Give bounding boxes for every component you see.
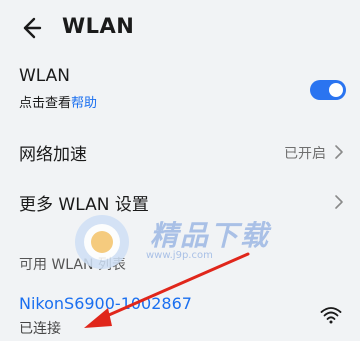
page-title: WLAN [62,14,135,38]
watermark-text: 精品下载 [150,219,271,252]
subtitle-prefix: 点击查看 [19,96,72,111]
wifi-signal-icon [320,307,342,324]
watermark-url: www.j9p.com [146,250,213,261]
watermark-logo-icon [75,215,129,269]
watermark: 精品下载 www.j9p.com [72,212,302,272]
help-link[interactable]: 帮助 [71,96,97,111]
network-acceleration-title: 网络加速 [19,145,87,165]
connected-network-row[interactable]: NikonS6900-1002867 已连接 [0,290,360,338]
network-acceleration-value: 已开启 [284,146,326,162]
wlan-toggle-row[interactable]: WLAN 点击查看帮助 [0,62,360,114]
network-status: 已连接 [19,321,61,337]
top-bar: WLAN [0,0,360,56]
wlan-row-subtitle: 点击查看帮助 [19,92,97,111]
network-name: NikonS6900-1002867 [19,294,192,313]
back-arrow-icon[interactable] [16,14,44,42]
chevron-right-icon [335,145,343,159]
wlan-toggle-switch[interactable] [310,80,346,100]
toggle-knob [329,83,343,97]
network-acceleration-row[interactable]: 网络加速 已开启 [0,134,360,168]
chevron-right-icon [335,195,343,209]
wlan-row-title: WLAN [19,66,71,86]
